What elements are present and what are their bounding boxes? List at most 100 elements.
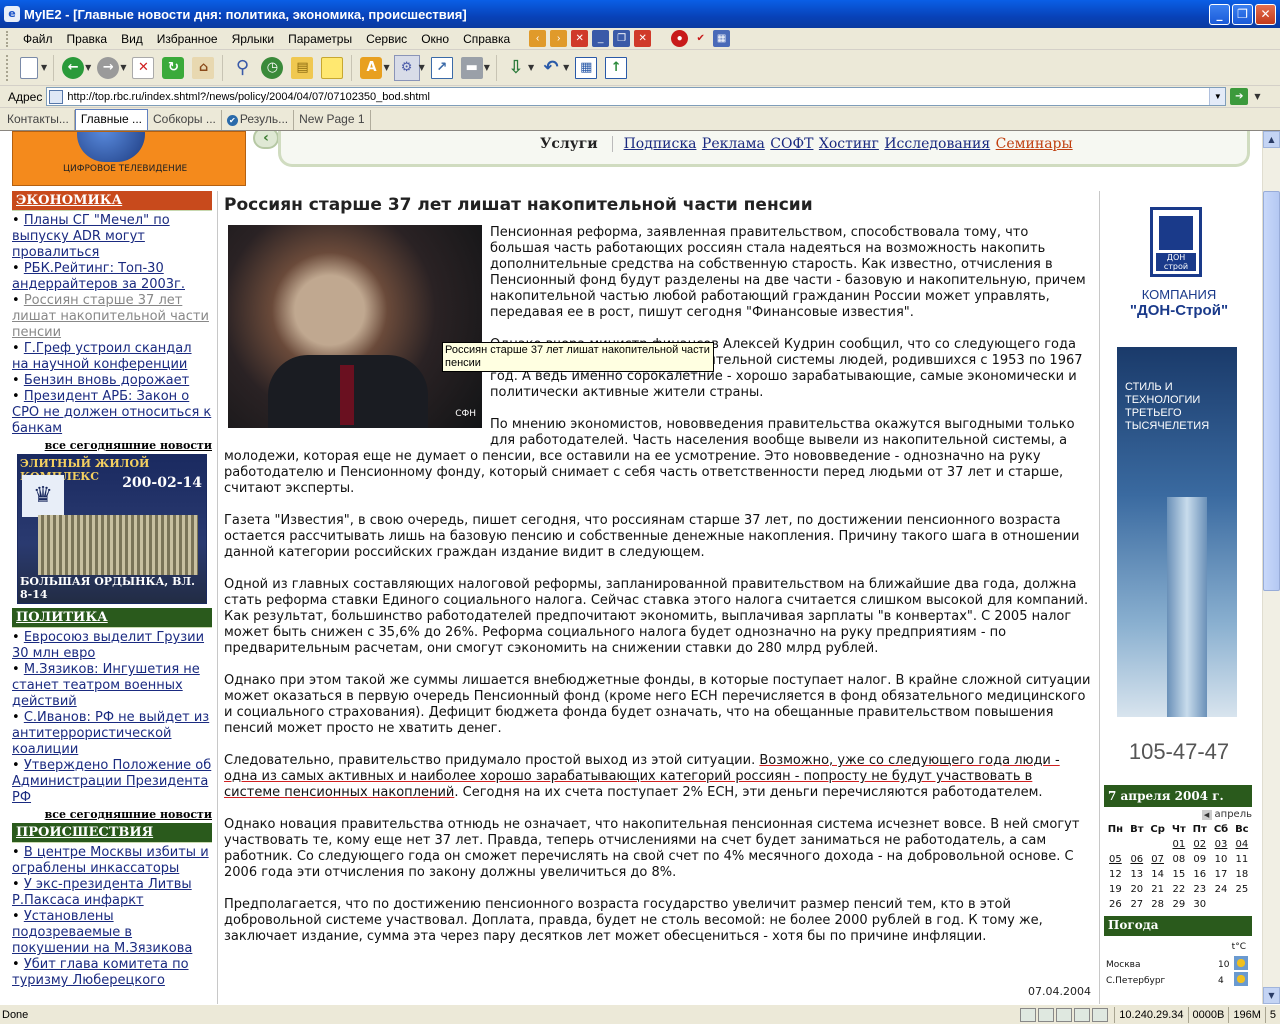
all-economy-news-link[interactable]: все сегодняшние новости <box>12 439 212 452</box>
incidents-header[interactable]: ПРОИСШЕСТВИЯ <box>12 823 212 843</box>
services-link-subscription[interactable]: Подписка <box>624 136 697 152</box>
list-item[interactable]: • РБК.Рейтинг: Топ-30 андеррайтеров за 2… <box>12 261 212 293</box>
restore-tab-icon[interactable]: ❐ <box>613 30 631 47</box>
back-dropdown-icon[interactable]: ▼ <box>85 63 91 72</box>
list-item[interactable]: • Бензин вновь дорожает <box>12 373 212 389</box>
forward-button[interactable]: → <box>95 55 121 81</box>
menu-view[interactable]: Вид <box>114 32 150 46</box>
minimize-button[interactable]: _ <box>1209 3 1230 25</box>
next-window-icon[interactable]: › <box>550 30 568 47</box>
menu-favorites[interactable]: Избранное <box>150 32 225 46</box>
calendar-day[interactable]: 01 <box>1168 837 1189 852</box>
calendar-day[interactable]: 06 <box>1127 852 1147 867</box>
home-button[interactable]: ⌂ <box>190 55 216 81</box>
list-item[interactable]: • Планы СГ "Мечел" по выпуску ADR могут … <box>12 213 212 261</box>
address-url[interactable]: http://top.rbc.ru/index.shtml?/news/poli… <box>67 91 1209 103</box>
scripts-icon[interactable] <box>1074 1007 1091 1022</box>
print-dropdown-icon[interactable]: ▼ <box>484 63 490 72</box>
images-icon[interactable] <box>1056 1007 1073 1022</box>
page-settings-button[interactable]: ⚙ <box>393 54 420 81</box>
elite-complex-ad[interactable]: ЭЛИТНЫЙ ЖИЛОЙ КОМПЛЕКС ♛ 200-02-14 БОЛЬШ… <box>17 454 207 604</box>
undo-dropdown-icon[interactable]: ▼ <box>563 63 569 72</box>
address-dropdown-icon[interactable]: ▼ <box>1209 88 1226 105</box>
window-list-icon[interactable]: ▦ <box>713 30 731 47</box>
list-item[interactable]: • Россиян старше 37 лет лишат накопитель… <box>12 293 212 341</box>
calendar-day[interactable]: 03 <box>1210 837 1231 852</box>
weather-city[interactable]: С.Петербург <box>1106 976 1165 986</box>
calendar-day[interactable]: 05 <box>1104 852 1127 867</box>
scroll-up-icon[interactable]: ▲ <box>1263 131 1280 148</box>
don-stroy-logo[interactable]: ДОН строй <box>1150 207 1202 277</box>
tab-main-news[interactable]: Главные ... <box>74 109 148 130</box>
article-photo[interactable]: СФН <box>228 225 482 428</box>
menu-window[interactable]: Окно <box>414 32 456 46</box>
scrollbar-thumb[interactable] <box>1263 191 1280 591</box>
back-arrow-icon[interactable]: ‹ <box>253 131 279 149</box>
list-item[interactable]: • М.Зязиков: Ингушетия не станет театром… <box>12 662 212 710</box>
all-politics-news-link[interactable]: все сегодняшние новости <box>12 808 212 821</box>
menu-help[interactable]: Справка <box>456 32 517 46</box>
favorites-button[interactable]: ▤ <box>289 55 315 81</box>
fullscreen-button[interactable]: ↑ <box>603 55 629 81</box>
check-icon[interactable]: ✔ <box>692 30 709 47</box>
scroll-down-icon[interactable]: ▼ <box>1263 987 1280 1004</box>
tab-new-page[interactable]: New Page 1 <box>294 110 371 130</box>
download-dropdown-icon[interactable]: ▼ <box>528 63 534 72</box>
services-link-hosting[interactable]: Хостинг <box>819 136 879 152</box>
print-button[interactable]: ▬ <box>459 55 485 81</box>
tab-correspondents[interactable]: Собкоры ... <box>148 110 222 130</box>
toolbar-grip[interactable] <box>6 30 10 47</box>
menu-tools[interactable]: Сервис <box>359 32 414 46</box>
refresh-button[interactable]: ↻ <box>160 55 186 81</box>
calendar-day[interactable]: 07 <box>1147 852 1169 867</box>
list-item[interactable]: • Утверждено Положение об Администрации … <box>12 758 212 806</box>
menu-file[interactable]: Файл <box>16 32 60 46</box>
search-button[interactable]: ⚲ <box>229 55 255 81</box>
prev-window-icon[interactable]: ‹ <box>529 30 547 47</box>
stop-button[interactable]: ✕ <box>130 55 156 81</box>
politics-header[interactable]: ПОЛИТИКА <box>12 608 212 628</box>
stop-icon[interactable]: ● <box>671 30 689 47</box>
open-window-button[interactable]: ↗ <box>429 55 455 81</box>
new-page-button[interactable] <box>16 55 42 81</box>
services-link-advertising[interactable]: Реклама <box>702 136 765 152</box>
list-item[interactable]: • С.Иванов: РФ не выйдет из антитеррорис… <box>12 710 212 758</box>
prev-month-icon[interactable]: ◀ <box>1201 810 1212 820</box>
calendar-month[interactable]: апрель <box>1215 809 1252 820</box>
tile-button[interactable]: ▦ <box>573 55 599 81</box>
calendar-day[interactable]: 04 <box>1232 837 1252 852</box>
menu-options[interactable]: Параметры <box>281 32 359 46</box>
services-link-seminars[interactable]: Семинары <box>996 136 1073 152</box>
maximize-button[interactable]: ❐ <box>1232 3 1253 25</box>
activex-icon[interactable] <box>1092 1007 1109 1022</box>
history-button[interactable]: ◷ <box>259 55 285 81</box>
close-button[interactable]: ✕ <box>1255 3 1276 25</box>
go-dropdown-icon[interactable]: ▼ <box>1254 92 1260 101</box>
tab-contacts[interactable]: Контакты... <box>2 110 75 130</box>
notes-button[interactable] <box>319 55 345 81</box>
don-stroy-ad[interactable]: СТИЛЬ И ТЕХНОЛОГИИ ТРЕТЬЕГО ТЫСЯЧЕЛЕТИЯ <box>1117 347 1237 717</box>
new-page-dropdown-icon[interactable]: ▼ <box>41 63 47 72</box>
vertical-scrollbar[interactable]: ▲ ▼ <box>1262 131 1280 1004</box>
translate-button[interactable]: A <box>358 55 384 81</box>
list-item[interactable]: • Президент АРБ: Закон о СРО не должен о… <box>12 389 212 437</box>
back-button[interactable]: ← <box>60 55 86 81</box>
list-item[interactable]: • Убит глава комитета по туризму Люберец… <box>12 957 212 989</box>
security-icon[interactable] <box>1020 1007 1037 1022</box>
toolbar-grip[interactable] <box>6 54 10 81</box>
economy-header[interactable]: ЭКОНОМИКА <box>12 191 212 211</box>
menu-edit[interactable]: Правка <box>60 32 115 46</box>
popup-blocker-icon[interactable] <box>1038 1007 1055 1022</box>
menu-shortcuts[interactable]: Ярлыки <box>225 32 282 46</box>
calendar-day[interactable]: 02 <box>1189 837 1210 852</box>
list-item[interactable]: • Установлены подозреваемые в покушении … <box>12 909 212 957</box>
address-field[interactable]: http://top.rbc.ru/index.shtml?/news/poli… <box>46 87 1227 106</box>
company-name[interactable]: КОМПАНИЯ "ДОН-Строй" <box>1104 287 1254 319</box>
list-item[interactable]: • Г.Греф устроил скандал на научной конф… <box>12 341 212 373</box>
page-settings-dropdown-icon[interactable]: ▼ <box>419 63 425 72</box>
undo-button[interactable]: ↶ <box>538 55 564 81</box>
weather-city[interactable]: Москва <box>1106 960 1140 970</box>
forward-dropdown-icon[interactable]: ▼ <box>120 63 126 72</box>
digital-tv-banner[interactable]: ЦИФРОВОЕ ТЕЛЕВИДЕНИЕ <box>12 131 246 186</box>
minimize-tab-icon[interactable]: _ <box>592 30 610 47</box>
